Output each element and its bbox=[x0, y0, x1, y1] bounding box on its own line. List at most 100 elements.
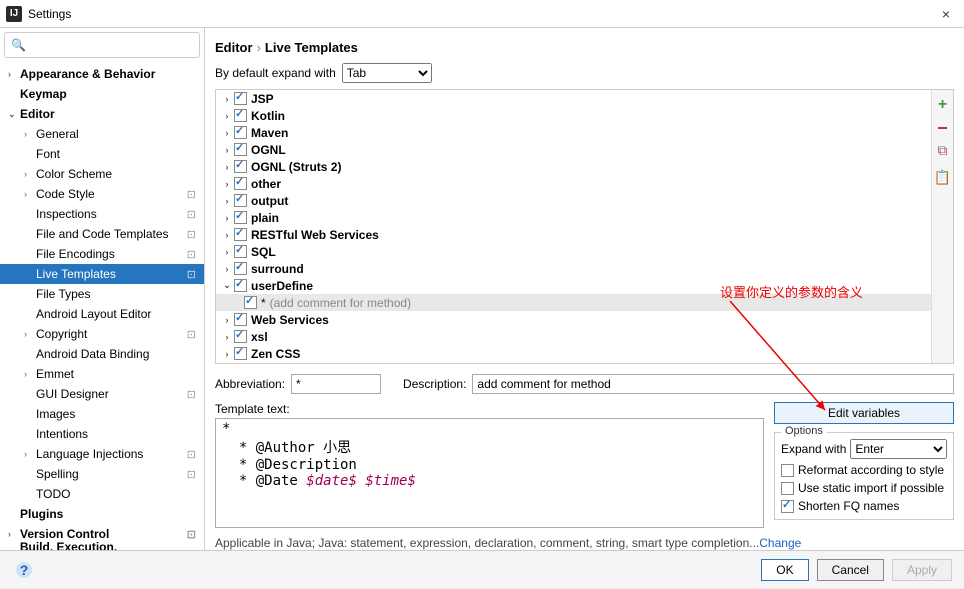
help-icon[interactable]: ? bbox=[16, 562, 32, 578]
sidebar-item[interactable]: ›Appearance & Behavior bbox=[0, 64, 204, 84]
sidebar-item[interactable]: Spelling⊡ bbox=[0, 464, 204, 484]
shorten-fq-checkbox[interactable] bbox=[781, 500, 794, 513]
template-checkbox[interactable] bbox=[234, 177, 247, 190]
template-group[interactable]: ›other bbox=[216, 175, 931, 192]
template-checkbox[interactable] bbox=[234, 347, 247, 360]
applicable-text: Applicable in Java; Java: statement, exp… bbox=[215, 536, 954, 550]
scope-icon: ⊡ bbox=[187, 188, 196, 201]
edit-variables-button[interactable]: Edit variables bbox=[774, 402, 954, 424]
template-checkbox[interactable] bbox=[234, 92, 247, 105]
close-icon[interactable]: × bbox=[934, 6, 958, 22]
template-group[interactable]: ›RESTful Web Services bbox=[216, 226, 931, 243]
template-checkbox[interactable] bbox=[234, 245, 247, 258]
reformat-checkbox[interactable] bbox=[781, 464, 794, 477]
template-group[interactable]: ›xsl bbox=[216, 328, 931, 345]
apply-button[interactable]: Apply bbox=[892, 559, 952, 581]
sidebar-item[interactable]: File Encodings⊡ bbox=[0, 244, 204, 264]
expand-with-select[interactable]: Enter bbox=[850, 439, 947, 459]
ok-button[interactable]: OK bbox=[761, 559, 808, 581]
template-text-editor[interactable]: * * @Author 小思 * @Description * @Date $d… bbox=[215, 418, 764, 528]
change-link[interactable]: Change bbox=[759, 536, 801, 550]
template-checkbox[interactable] bbox=[234, 109, 247, 122]
search-box[interactable]: 🔍 bbox=[4, 32, 200, 58]
template-group[interactable]: ›SQL bbox=[216, 243, 931, 260]
reformat-label: Reformat according to style bbox=[798, 463, 944, 477]
template-group[interactable]: ›Kotlin bbox=[216, 107, 931, 124]
abbreviation-label: Abbreviation: bbox=[215, 377, 285, 391]
settings-tree[interactable]: ›Appearance & BehaviorKeymap⌄Editor›Gene… bbox=[0, 62, 204, 550]
sidebar-item[interactable]: ›Build, Execution, Deployment⊡ bbox=[0, 544, 204, 550]
scope-icon: ⊡ bbox=[187, 468, 196, 481]
template-list[interactable]: ›JSP›Kotlin›Maven›OGNL›OGNL (Struts 2)›o… bbox=[216, 90, 931, 363]
sidebar-item[interactable]: Keymap bbox=[0, 84, 204, 104]
template-checkbox[interactable] bbox=[234, 330, 247, 343]
sidebar-item[interactable]: Android Data Binding bbox=[0, 344, 204, 364]
scope-icon: ⊡ bbox=[187, 388, 196, 401]
sidebar-item[interactable]: ›Color Scheme bbox=[0, 164, 204, 184]
sidebar-item[interactable]: TODO bbox=[0, 484, 204, 504]
template-text-label: Template text: bbox=[215, 402, 764, 416]
scope-icon: ⊡ bbox=[187, 248, 196, 261]
sidebar-item[interactable]: Live Templates⊡ bbox=[0, 264, 204, 284]
template-group[interactable]: ⌄userDefine bbox=[216, 277, 931, 294]
sidebar-item[interactable]: Images bbox=[0, 404, 204, 424]
description-label: Description: bbox=[403, 377, 466, 391]
sidebar-item[interactable]: ›Code Style⊡ bbox=[0, 184, 204, 204]
sidebar-item[interactable]: File Types bbox=[0, 284, 204, 304]
scope-icon: ⊡ bbox=[187, 328, 196, 341]
sidebar-item[interactable]: Plugins bbox=[0, 504, 204, 524]
template-checkbox[interactable] bbox=[234, 126, 247, 139]
scope-icon: ⊡ bbox=[187, 268, 196, 281]
sidebar-item[interactable]: GUI Designer⊡ bbox=[0, 384, 204, 404]
scope-icon: ⊡ bbox=[187, 548, 196, 551]
options-legend: Options bbox=[781, 425, 827, 437]
template-item[interactable]: * (add comment for method) bbox=[216, 294, 931, 311]
template-checkbox[interactable] bbox=[234, 228, 247, 241]
template-group[interactable]: ›surround bbox=[216, 260, 931, 277]
abbreviation-input[interactable] bbox=[291, 374, 381, 394]
template-group[interactable]: ›Web Services bbox=[216, 311, 931, 328]
sidebar-item[interactable]: Android Layout Editor bbox=[0, 304, 204, 324]
static-import-checkbox[interactable] bbox=[781, 482, 794, 495]
cancel-button[interactable]: Cancel bbox=[817, 559, 884, 581]
sidebar-item[interactable]: Inspections⊡ bbox=[0, 204, 204, 224]
dialog-footer: ? OK Cancel Apply bbox=[0, 550, 964, 588]
sidebar-item[interactable]: ›General bbox=[0, 124, 204, 144]
template-group[interactable]: ›OGNL bbox=[216, 141, 931, 158]
default-expand-select[interactable]: Tab bbox=[342, 63, 432, 83]
breadcrumb: Editor›Live Templates bbox=[215, 36, 954, 63]
sidebar-item[interactable]: ›Emmet bbox=[0, 364, 204, 384]
default-expand-row: By default expand with Tab bbox=[215, 63, 954, 83]
template-checkbox[interactable] bbox=[234, 279, 247, 292]
sidebar-item[interactable]: Font bbox=[0, 144, 204, 164]
remove-icon[interactable]: − bbox=[937, 124, 948, 132]
sidebar-item[interactable]: File and Code Templates⊡ bbox=[0, 224, 204, 244]
template-checkbox[interactable] bbox=[234, 194, 247, 207]
template-checkbox[interactable] bbox=[234, 160, 247, 173]
template-group[interactable]: ›output bbox=[216, 192, 931, 209]
scope-icon: ⊡ bbox=[187, 208, 196, 221]
template-checkbox[interactable] bbox=[234, 143, 247, 156]
template-checkbox[interactable] bbox=[234, 313, 247, 326]
template-checkbox[interactable] bbox=[234, 262, 247, 275]
description-input[interactable] bbox=[472, 374, 954, 394]
app-icon: IJ bbox=[6, 6, 22, 22]
paste-icon[interactable]: 📋 bbox=[934, 169, 951, 186]
template-group[interactable]: ›plain bbox=[216, 209, 931, 226]
sidebar-item[interactable]: ⌄Editor bbox=[0, 104, 204, 124]
titlebar: IJ Settings × bbox=[0, 0, 964, 28]
template-group[interactable]: ›Maven bbox=[216, 124, 931, 141]
template-group[interactable]: ›OGNL (Struts 2) bbox=[216, 158, 931, 175]
search-input[interactable] bbox=[26, 38, 195, 52]
template-checkbox[interactable] bbox=[244, 296, 257, 309]
copy-icon[interactable]: ⧉ bbox=[938, 142, 948, 159]
scope-icon: ⊡ bbox=[187, 528, 196, 541]
default-expand-label: By default expand with bbox=[215, 66, 336, 80]
sidebar-item[interactable]: ›Copyright⊡ bbox=[0, 324, 204, 344]
template-group[interactable]: ›JSP bbox=[216, 90, 931, 107]
sidebar-item[interactable]: Intentions bbox=[0, 424, 204, 444]
add-icon[interactable]: + bbox=[938, 96, 947, 114]
template-checkbox[interactable] bbox=[234, 211, 247, 224]
sidebar-item[interactable]: ›Language Injections⊡ bbox=[0, 444, 204, 464]
template-group[interactable]: ›Zen CSS bbox=[216, 345, 931, 362]
